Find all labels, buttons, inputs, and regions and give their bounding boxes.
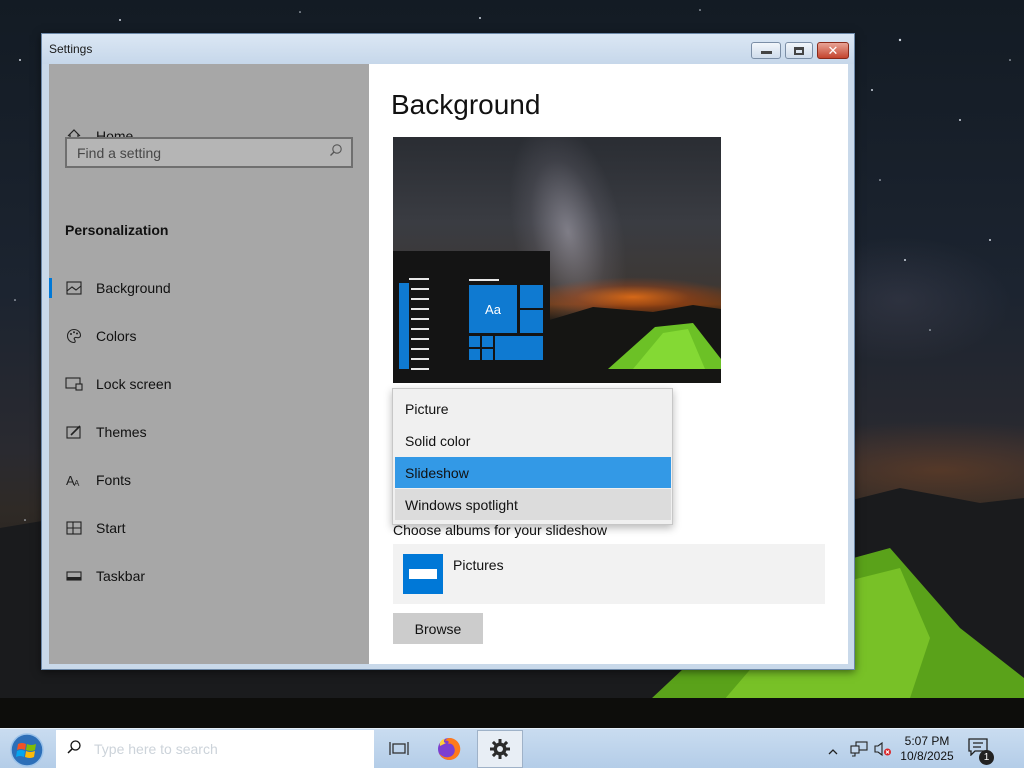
- dropdown-option-solid-color[interactable]: Solid color: [395, 425, 671, 456]
- mock-tile: [520, 310, 543, 333]
- title-bar[interactable]: Settings ✕: [42, 34, 854, 64]
- background-preview: Aa: [393, 137, 721, 383]
- taskbar-search-box[interactable]: Type here to search: [56, 730, 374, 768]
- sidebar-item-lock-screen[interactable]: Lock screen: [49, 364, 369, 404]
- clock-time: 5:07 PM: [904, 734, 950, 748]
- windows-logo-icon: [10, 733, 44, 767]
- close-button[interactable]: ✕: [817, 42, 849, 59]
- window-title: Settings: [49, 42, 93, 56]
- mock-app-list: [399, 283, 409, 369]
- folder-icon: [403, 554, 443, 594]
- minimize-button[interactable]: [751, 42, 781, 59]
- album-item-pictures[interactable]: Pictures: [393, 544, 825, 604]
- start-button[interactable]: [7, 732, 47, 768]
- sidebar-item-label: Start: [96, 520, 126, 536]
- sidebar-item-label: Colors: [96, 328, 137, 344]
- palette-icon: [64, 326, 84, 346]
- taskbar: Type here to search 5:07 PM 10/8/2025 1: [0, 728, 1024, 768]
- volume-muted-icon[interactable]: [874, 741, 892, 762]
- sidebar-item-label: Taskbar: [96, 568, 146, 584]
- mock-tile: [469, 349, 480, 360]
- network-icon[interactable]: [850, 741, 868, 762]
- window-client-area: Home Personalization Background Color: [49, 64, 848, 664]
- mock-tile: [469, 336, 480, 347]
- svg-text:A: A: [74, 479, 80, 488]
- section-title: Personalization: [65, 222, 169, 238]
- maximize-button[interactable]: [785, 42, 813, 59]
- sidebar-item-fonts[interactable]: AA Fonts: [49, 460, 369, 500]
- show-hidden-icons-chevron-icon[interactable]: [828, 743, 838, 761]
- taskbar-search-placeholder: Type here to search: [94, 741, 218, 757]
- task-view-icon: [389, 742, 409, 755]
- find-setting-input[interactable]: [77, 144, 307, 161]
- close-icon: ✕: [827, 43, 839, 58]
- mock-tile: [482, 336, 493, 347]
- mock-tiles-header: [469, 279, 499, 281]
- sidebar-item-label: Fonts: [96, 472, 132, 488]
- settings-gear-icon: [490, 739, 510, 759]
- mock-tile-aa: Aa: [469, 285, 517, 333]
- task-view-button[interactable]: [376, 730, 422, 768]
- mock-tile: [520, 285, 543, 308]
- lock-screen-icon: [64, 374, 84, 394]
- notification-count-badge: 1: [979, 750, 994, 765]
- find-setting-search[interactable]: [65, 137, 353, 168]
- taskbar-icon: [64, 566, 84, 586]
- main-panel: Background Aa Choose albums for your sli…: [369, 64, 848, 664]
- browse-button[interactable]: Browse: [393, 613, 483, 644]
- sidebar-item-colors[interactable]: Colors: [49, 316, 369, 356]
- start-menu-mockup: Aa: [393, 251, 550, 383]
- page-title: Background: [391, 89, 541, 120]
- sidebar-item-label: Background: [96, 280, 171, 296]
- dropdown-option-windows-spotlight[interactable]: Windows spotlight: [395, 489, 671, 520]
- picture-icon: [64, 278, 84, 298]
- start-tiles-icon: [64, 518, 84, 538]
- settings-window: Settings ✕ Home Personalization: [41, 33, 855, 670]
- dropdown-option-slideshow[interactable]: Slideshow: [395, 457, 671, 488]
- sidebar-item-start[interactable]: Start: [49, 508, 369, 548]
- system-clock[interactable]: 5:07 PM 10/8/2025: [896, 734, 958, 764]
- action-center-button[interactable]: 1: [968, 738, 994, 765]
- sidebar: Home Personalization Background Color: [49, 64, 369, 664]
- fonts-icon: AA: [64, 470, 84, 490]
- sidebar-item-taskbar[interactable]: Taskbar: [49, 556, 369, 596]
- search-icon: [329, 143, 343, 162]
- clock-date: 10/8/2025: [900, 749, 954, 763]
- mock-tile: [482, 349, 493, 360]
- sidebar-item-background[interactable]: Background: [49, 268, 369, 308]
- minimize-icon: [760, 51, 772, 54]
- sidebar-item-themes[interactable]: Themes: [49, 412, 369, 452]
- dropdown-option-picture[interactable]: Picture: [395, 393, 671, 424]
- background-type-dropdown[interactable]: Picture Solid color Slideshow Windows sp…: [392, 388, 673, 525]
- maximize-icon: [794, 46, 804, 55]
- firefox-button[interactable]: [426, 730, 472, 768]
- sidebar-item-label: Lock screen: [96, 376, 172, 392]
- themes-brush-icon: [64, 422, 84, 442]
- album-name: Pictures: [453, 557, 504, 573]
- firefox-icon: [438, 737, 461, 760]
- mock-menu-lines: [409, 278, 429, 370]
- settings-taskbar-button[interactable]: [477, 730, 523, 768]
- search-icon: [66, 739, 82, 760]
- sidebar-item-label: Themes: [96, 424, 147, 440]
- mock-tile: [495, 336, 543, 360]
